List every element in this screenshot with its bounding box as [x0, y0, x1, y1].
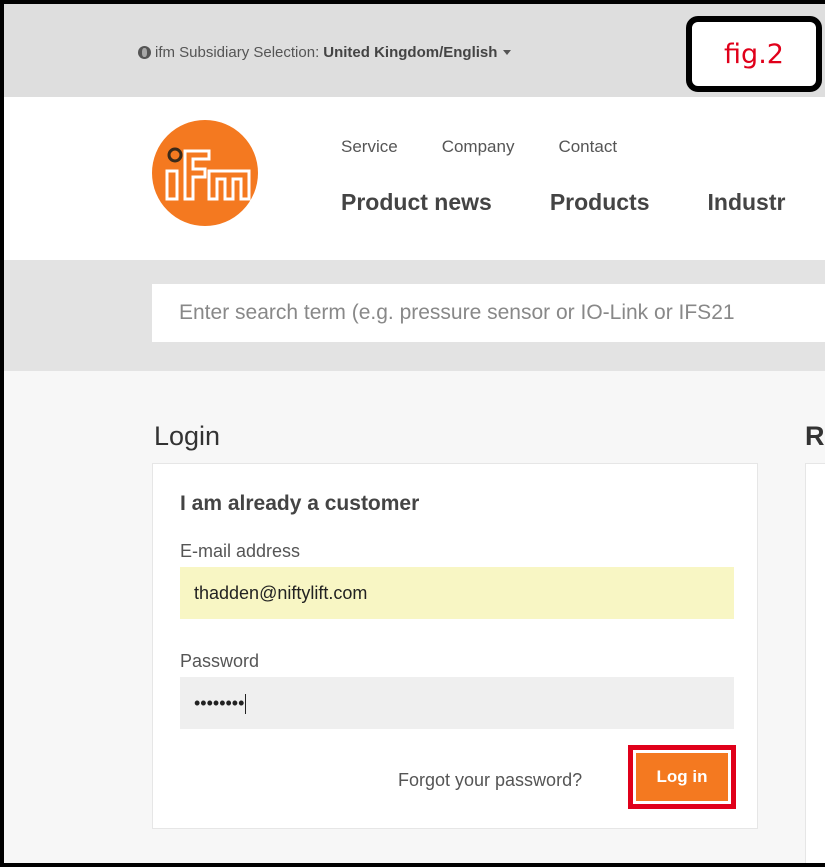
text-cursor	[245, 694, 247, 715]
login-button-label: Log in	[636, 753, 728, 801]
site-header: Service Company Contact Product news Pro…	[4, 97, 825, 260]
chevron-down-icon	[503, 50, 512, 55]
forgot-password-link[interactable]: Forgot your password?	[398, 770, 582, 791]
password-value: ••••••••	[194, 693, 245, 713]
nav-products-link[interactable]: Products	[550, 189, 650, 216]
figure-label-box: fig.2	[686, 16, 822, 92]
screenshot-frame: ifm Subsidiary Selection: United Kingdom…	[0, 0, 825, 867]
subsidiary-label: ifm Subsidiary Selection:	[155, 44, 320, 61]
password-label: Password	[180, 651, 260, 671]
register-panel	[805, 463, 825, 863]
nav-product-news-link[interactable]: Product news	[341, 189, 492, 216]
nav-industries-link[interactable]: Industr	[708, 189, 786, 216]
register-title: R	[805, 421, 825, 451]
nav-contact-link[interactable]: Contact	[558, 137, 617, 157]
globe-icon	[138, 46, 151, 59]
login-button[interactable]: Log in	[628, 745, 736, 809]
email-label: E-mail address	[180, 541, 301, 561]
figure-label: fig.2	[724, 38, 784, 70]
login-title: Login	[154, 421, 221, 451]
panel-heading: I am already a customer	[180, 492, 420, 515]
main-nav: Product news Products Industr	[341, 189, 785, 216]
subsidiary-selector[interactable]: ifm Subsidiary Selection: United Kingdom…	[138, 44, 512, 61]
nav-service-link[interactable]: Service	[341, 137, 398, 157]
nav-company-link[interactable]: Company	[442, 137, 515, 157]
subsidiary-value: United Kingdom/English	[323, 44, 498, 61]
search-band: Enter search term (e.g. pressure sensor …	[4, 260, 825, 371]
search-input[interactable]: Enter search term (e.g. pressure sensor …	[152, 284, 825, 342]
email-field[interactable]: thadden@niftylift.com	[180, 567, 734, 619]
password-field[interactable]: ••••••••	[180, 677, 734, 729]
service-nav: Service Company Contact	[341, 137, 617, 157]
ifm-logo[interactable]	[149, 119, 261, 227]
